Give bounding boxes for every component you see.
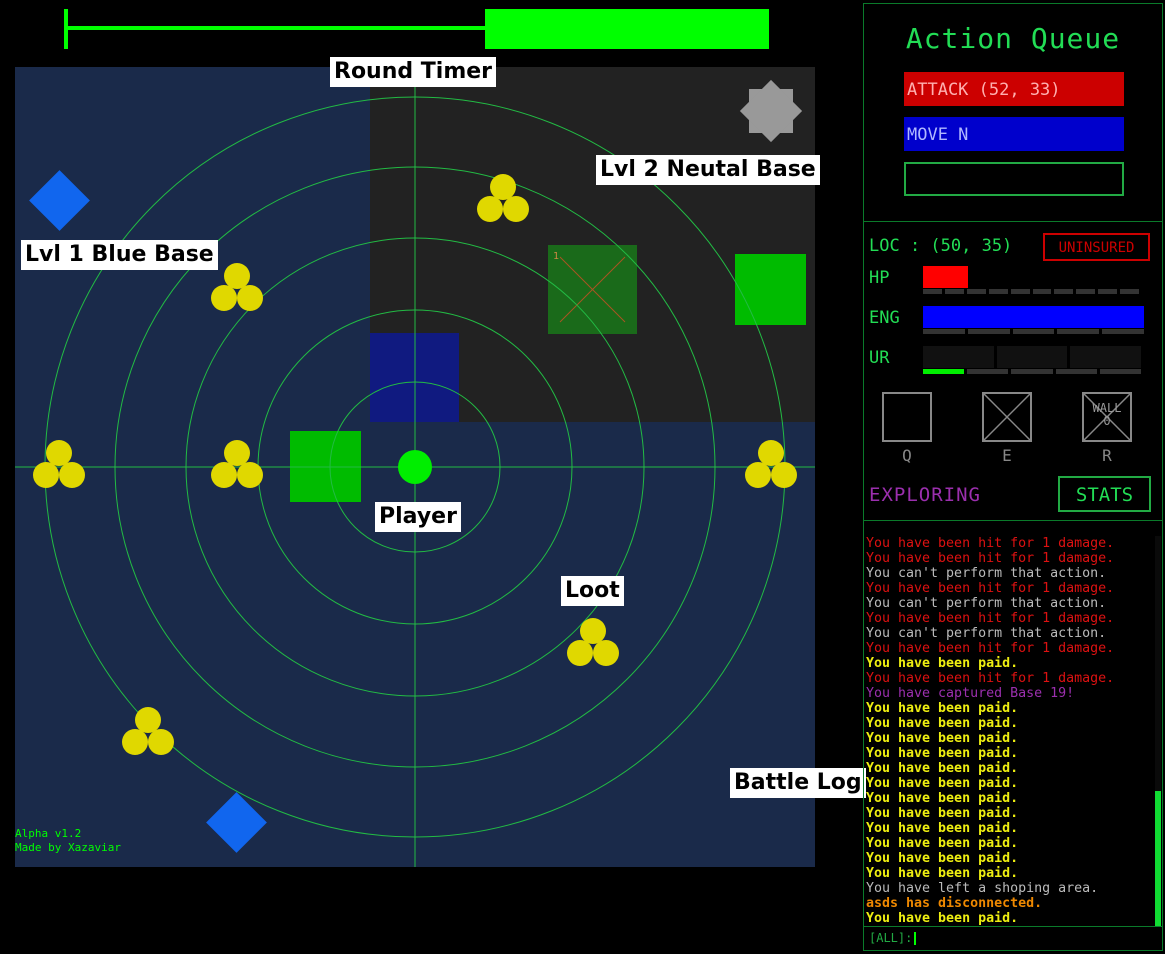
version-credits: Alpha v1.2 Made by Xazaviar <box>15 827 121 855</box>
eng-ticks <box>923 329 1144 334</box>
battle-log[interactable]: You have been hit for 1 damage. You have … <box>866 536 1151 926</box>
battle-log-label: Battle Log <box>730 768 866 798</box>
log-line: You have been paid. <box>866 701 1019 716</box>
hp-label: HP <box>869 268 890 288</box>
neutral-base-label: Lvl 2 Neutal Base <box>596 155 820 185</box>
loot-icon[interactable] <box>211 440 263 488</box>
action-queue-title: Action Queue <box>905 22 1121 55</box>
eng-bar <box>923 306 1144 328</box>
ur-bar-segments <box>923 346 1142 368</box>
log-line: You have been paid. <box>866 806 1019 821</box>
log-line: You have been paid. <box>866 911 1019 926</box>
panel-divider <box>864 221 1162 222</box>
log-line: You have been hit for 1 damage. <box>866 641 1115 656</box>
stats-button[interactable]: STATS <box>1058 476 1151 512</box>
log-line: You have been paid. <box>866 716 1019 731</box>
mode-status: EXPLORING <box>869 484 981 506</box>
log-line: You have been hit for 1 damage. <box>866 581 1115 596</box>
log-line: You have been hit for 1 damage. <box>866 611 1115 626</box>
loot-icon[interactable] <box>567 618 619 666</box>
slot-q[interactable] <box>882 392 932 442</box>
slot-e-key: E <box>1002 446 1012 465</box>
log-line: You have been hit for 1 damage. <box>866 671 1115 686</box>
log-line: You have been paid. <box>866 791 1019 806</box>
loot-icon[interactable] <box>122 707 174 755</box>
ur-label: UR <box>869 348 890 368</box>
log-line: You have been paid. <box>866 776 1019 791</box>
blue-base-icon[interactable] <box>206 792 267 853</box>
log-line: You can't perform that action. <box>866 596 1107 611</box>
log-line: You can't perform that action. <box>866 626 1107 641</box>
blue-base-icon[interactable] <box>29 170 90 231</box>
ur-ticks <box>923 369 1142 374</box>
panel-divider <box>864 926 1162 927</box>
log-line: You have been paid. <box>866 866 1019 881</box>
insurance-badge: UNINSURED <box>1043 233 1150 261</box>
slot-e[interactable] <box>982 392 1032 442</box>
battle-log-scroll-thumb[interactable] <box>1155 791 1161 926</box>
log-line: You can't perform that action. <box>866 566 1107 581</box>
battle-log-scrollbar[interactable] <box>1155 536 1161 926</box>
green-block-right[interactable] <box>735 254 806 325</box>
panel-divider <box>864 520 1162 521</box>
crossed-slot-icon <box>983 393 1031 441</box>
log-line: You have been paid. <box>866 746 1019 761</box>
chat-input[interactable]: [ALL]: <box>866 928 1158 948</box>
player-icon[interactable] <box>398 450 432 484</box>
log-line: You have been paid. <box>866 821 1019 836</box>
round-timer-track <box>66 26 486 30</box>
player-label: Player <box>375 502 461 532</box>
log-line: You have been paid. <box>866 836 1019 851</box>
log-line: You have been hit for 1 damage. <box>866 551 1115 566</box>
blue-base-label: Lvl 1 Blue Base <box>21 240 218 270</box>
log-line: You have been paid. <box>866 656 1019 671</box>
log-line: You have been paid. <box>866 761 1019 776</box>
author-text: Made by Xazaviar <box>15 841 121 854</box>
game-map[interactable]: 1 Alpha v1.2 Made by Xazaviar <box>15 67 815 867</box>
action-queue-item-move[interactable]: MOVE N <box>904 117 1124 151</box>
loot-icon[interactable] <box>211 263 263 311</box>
loot-icon[interactable] <box>33 440 85 488</box>
chat-channel-prefix: [ALL]: <box>869 931 913 945</box>
log-line: You have been paid. <box>866 851 1019 866</box>
slot-q-key: Q <box>902 446 912 465</box>
map-canvas[interactable]: 1 <box>15 67 815 867</box>
loot-label: Loot <box>561 576 624 606</box>
round-timer-label: Round Timer <box>330 57 497 87</box>
log-line: You have been paid. <box>866 731 1019 746</box>
chat-caret <box>914 932 917 945</box>
log-line: asds has disconnected. <box>866 896 1043 911</box>
hp-bar <box>923 266 968 288</box>
slot-r-key: R <box>1102 446 1112 465</box>
slot-r-item-text: WALL 0 <box>1092 401 1122 428</box>
round-timer-start-cap <box>64 9 68 49</box>
log-line: You have captured Base 19! <box>866 686 1075 701</box>
eng-label: ENG <box>869 308 900 328</box>
neutral-base-icon[interactable] <box>739 79 803 143</box>
loot-icon[interactable] <box>745 440 797 488</box>
log-line: You have been hit for 1 damage. <box>866 536 1115 551</box>
version-text: Alpha v1.2 <box>15 827 82 840</box>
round-timer-fill <box>485 9 769 49</box>
side-panel: Action Queue ATTACK (52, 33) MOVE N LOC … <box>863 3 1163 951</box>
log-line: You have left a shoping area. <box>866 881 1099 896</box>
hp-ticks <box>923 289 1140 294</box>
slot-r[interactable]: WALL 0 <box>1082 392 1132 442</box>
tile-number: 1 <box>553 251 559 262</box>
action-queue-item-attack[interactable]: ATTACK (52, 33) <box>904 72 1124 106</box>
location-readout: LOC : (50, 35) <box>869 236 1013 256</box>
action-queue-item-empty[interactable] <box>904 162 1124 196</box>
